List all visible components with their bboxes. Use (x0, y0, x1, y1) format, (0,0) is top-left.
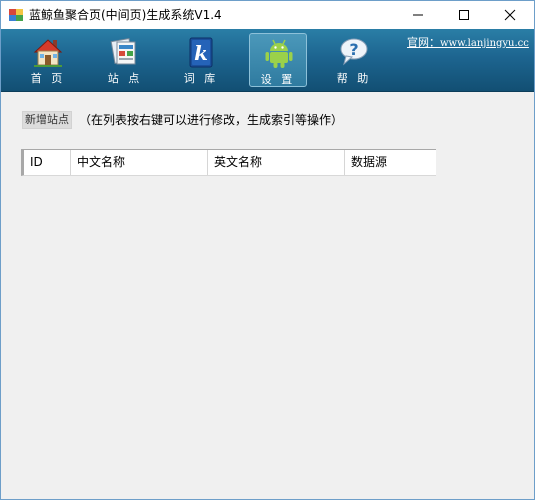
sites-list-view[interactable]: ID 中文名称 英文名称 数据源 (21, 149, 436, 176)
official-website-link[interactable]: 官网：www.lanjingyu.cc (407, 37, 529, 50)
maximize-icon (459, 10, 469, 20)
column-header-english-name[interactable]: 英文名称 (208, 150, 345, 175)
hint-text: （在列表按右键可以进行修改，生成索引等操作） (79, 113, 344, 127)
add-site-button[interactable]: 新增站点 (22, 111, 72, 129)
close-icon (504, 9, 516, 21)
main-toolbar: 首 页 站 点 k 词 库 设 置 ? 帮 助 官网：www.lanjingyu… (1, 29, 534, 92)
column-header-id[interactable]: ID (24, 150, 71, 175)
minimize-button[interactable] (395, 1, 441, 29)
toolbar-sites-button[interactable]: 站 点 (96, 33, 154, 87)
help-icon: ? (338, 36, 370, 68)
svg-text:?: ? (349, 40, 358, 59)
android-icon (263, 37, 295, 69)
website-label: 官网： (407, 36, 440, 49)
toolbar-settings-label: 设 置 (260, 73, 296, 86)
toolbar-help-button[interactable]: ? 帮 助 (325, 33, 383, 87)
title-bar[interactable]: 蓝鲸鱼聚合页(中间页)生成系统V1.4 (1, 1, 534, 29)
toolbar-settings-button[interactable]: 设 置 (249, 33, 307, 87)
column-header-chinese-name[interactable]: 中文名称 (71, 150, 208, 175)
column-header-data-source[interactable]: 数据源 (345, 150, 436, 175)
toolbar-home-button[interactable]: 首 页 (19, 33, 77, 87)
toolbar-home-label: 首 页 (30, 72, 66, 85)
dictionary-k-icon: k (185, 36, 217, 68)
minimize-icon (413, 14, 423, 16)
toolbar-help-label: 帮 助 (336, 72, 372, 85)
app-window: 蓝鲸鱼聚合页(中间页)生成系统V1.4 首 页 站 点 k 词 库 设 置 ? … (0, 0, 535, 500)
close-button[interactable] (487, 1, 533, 29)
toolbar-dictionary-label: 词 库 (183, 72, 219, 85)
app-icon (9, 8, 23, 22)
window-title: 蓝鲸鱼聚合页(中间页)生成系统V1.4 (29, 8, 222, 22)
svg-text:k: k (194, 41, 208, 65)
sites-icon (109, 36, 141, 68)
toolbar-dictionary-button[interactable]: k 词 库 (172, 33, 230, 87)
maximize-button[interactable] (441, 1, 487, 29)
website-url: www.lanjingyu.cc (440, 38, 529, 49)
house-icon (32, 36, 64, 68)
toolbar-sites-label: 站 点 (107, 72, 143, 85)
